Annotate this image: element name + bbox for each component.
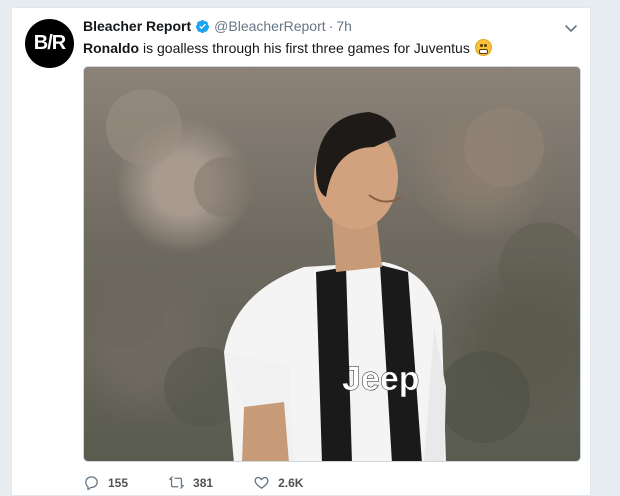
tweet-header: Bleacher Report @BleacherReport · 7h bbox=[83, 18, 352, 34]
grimacing-face-icon bbox=[474, 39, 492, 56]
player-photo-illustration: Jeep bbox=[84, 89, 580, 461]
like-count: 2.6K bbox=[278, 475, 304, 490]
heart-icon bbox=[254, 476, 269, 489]
reply-icon bbox=[85, 476, 98, 491]
avatar[interactable]: B/R bbox=[25, 19, 74, 68]
svg-text:Jeep: Jeep bbox=[342, 360, 420, 398]
author-handle[interactable]: @BleacherReport bbox=[214, 18, 326, 34]
chevron-down-icon[interactable] bbox=[563, 20, 579, 36]
reply-button[interactable]: 155 bbox=[83, 474, 128, 491]
separator-dot: · bbox=[328, 18, 334, 34]
tweet-text-bold: Ronaldo bbox=[83, 39, 139, 56]
avatar-logo: B/R bbox=[33, 32, 66, 54]
tweet-actions: 155 381 2.6K bbox=[83, 474, 343, 491]
verified-badge-icon bbox=[195, 19, 210, 34]
tweet-timestamp[interactable]: 7h bbox=[336, 18, 352, 34]
tweet-text-body: is goalless through his first three game… bbox=[143, 39, 470, 56]
tweet-photo[interactable]: Jeep bbox=[83, 66, 581, 462]
tweet-text: Ronaldo is goalless through his first th… bbox=[83, 39, 492, 56]
author-name[interactable]: Bleacher Report bbox=[83, 18, 191, 34]
retweet-icon bbox=[169, 476, 184, 489]
tweet-card: B/R Bleacher Report @BleacherReport · 7h… bbox=[11, 7, 591, 496]
retweet-count: 381 bbox=[193, 475, 214, 490]
reply-count: 155 bbox=[108, 475, 129, 490]
retweet-button[interactable]: 381 bbox=[168, 474, 213, 491]
like-button[interactable]: 2.6K bbox=[253, 474, 303, 491]
